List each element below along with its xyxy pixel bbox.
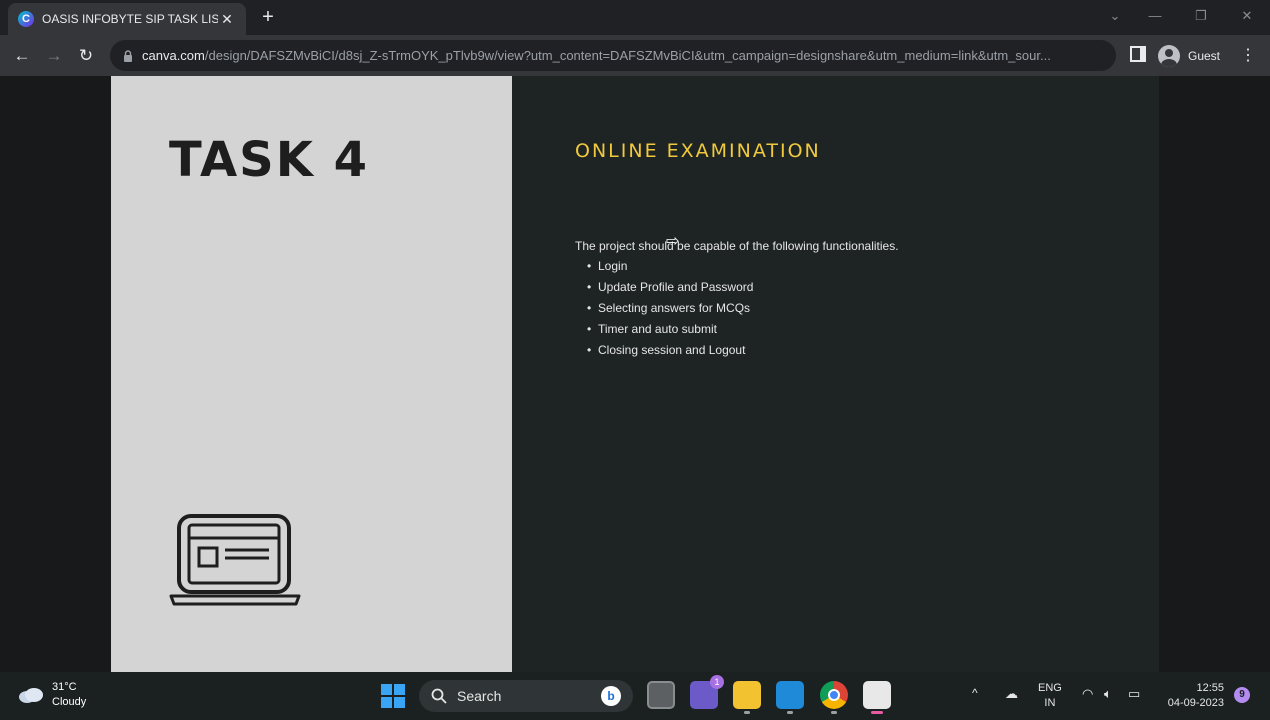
windows-start-icon[interactable] <box>381 684 405 708</box>
minimize-button[interactable]: — <box>1132 4 1178 28</box>
tab-title: OASIS INFOBYTE SIP TASK LIST <box>42 12 218 26</box>
profile-button[interactable]: Guest <box>1158 43 1220 69</box>
active-indicator <box>871 711 883 714</box>
chrome-icon[interactable] <box>820 681 848 714</box>
list-item: Selecting answers for MCQs <box>587 298 753 319</box>
lock-icon[interactable] <box>122 49 134 62</box>
tab-strip: C OASIS INFOBYTE SIP TASK LIST ✕ + ⌄ — ❐… <box>0 0 1270 35</box>
forward-arrow-icon[interactable]: → <box>41 43 67 69</box>
lang-line1: ENG <box>1038 682 1062 694</box>
weather-condition: Cloudy <box>52 696 87 708</box>
laptop-icon <box>169 514 301 606</box>
back-arrow-icon[interactable]: ← <box>9 43 35 69</box>
list-item: Closing session and Logout <box>587 340 753 361</box>
temperature: 31°C <box>52 681 77 693</box>
list-item: Timer and auto submit <box>587 319 753 340</box>
search-label: Search <box>457 688 502 704</box>
task-title: TASK 4 <box>169 132 370 188</box>
weather-widget[interactable]: 31°C Cloudy <box>18 680 86 710</box>
clock[interactable]: 12:55 04-09-2023 <box>1158 681 1224 711</box>
more-vert-icon[interactable]: ⋮ <box>1238 43 1258 69</box>
cursor-icon: ⇨ <box>666 233 680 250</box>
slide-heading: ONLINE EXAMINATION <box>575 140 821 162</box>
slide-description: The project should be capable of the fol… <box>575 239 899 253</box>
search-icon <box>431 688 447 704</box>
side-panel-icon[interactable] <box>1130 46 1146 62</box>
wifi-icon[interactable]: ◠ <box>1082 686 1093 702</box>
snipping-tool-icon[interactable] <box>863 681 891 714</box>
battery-icon[interactable]: ▭ <box>1128 686 1140 702</box>
address-bar[interactable]: canva.com/design/DAFSZMvBiCI/d8sj_Z-sTrm… <box>110 40 1116 71</box>
clock-date: 04-09-2023 <box>1167 697 1224 709</box>
url-text: canva.com/design/DAFSZMvBiCI/d8sj_Z-sTrm… <box>142 48 1051 63</box>
cloud-icon <box>19 688 43 703</box>
running-indicator <box>787 711 793 714</box>
profile-label: Guest <box>1188 49 1221 63</box>
file-explorer-icon[interactable] <box>733 681 761 714</box>
taskbar-search[interactable]: Search b <box>419 680 633 712</box>
onedrive-icon[interactable]: ☁ <box>1005 686 1018 702</box>
feature-list: Login Update Profile and Password Select… <box>587 256 753 361</box>
bing-icon[interactable]: b <box>601 686 621 706</box>
chevron-up-icon[interactable]: ^ <box>972 686 978 700</box>
reload-icon[interactable]: ↻ <box>73 43 99 69</box>
list-item: Update Profile and Password <box>587 277 753 298</box>
running-indicator <box>744 711 750 714</box>
teams-badge: 1 <box>710 675 724 689</box>
plus-icon[interactable]: + <box>256 5 280 29</box>
canva-icon: C <box>18 11 34 27</box>
browser-toolbar: ← → ↻ canva.com/design/DAFSZMvBiCI/d8sj_… <box>0 35 1270 76</box>
close-icon[interactable]: ✕ <box>218 11 236 28</box>
list-item: Login <box>587 256 753 277</box>
taskbar: 31°C Cloudy Search b 1 ^ ☁ ENG IN ◠ 🔈︎ ▭ <box>0 672 1270 720</box>
lang-line2: IN <box>1044 697 1056 709</box>
url-host: canva.com <box>142 48 205 63</box>
page-content: TASK 4 ONLINE EXAMINATION The project sh… <box>0 76 1270 672</box>
weather-text: 31°C Cloudy <box>52 680 86 710</box>
language-indicator[interactable]: ENG IN <box>1038 681 1062 711</box>
running-indicator <box>831 711 837 714</box>
browser-tab[interactable]: C OASIS INFOBYTE SIP TASK LIST ✕ <box>8 3 246 35</box>
window-close-button[interactable]: ✕ <box>1224 4 1270 28</box>
slide-right-panel: ONLINE EXAMINATION The project should be… <box>512 76 1159 672</box>
task-view-icon[interactable] <box>647 681 675 709</box>
clock-time: 12:55 <box>1196 682 1224 694</box>
profile-icon <box>1158 45 1180 67</box>
maximize-button[interactable]: ❐ <box>1178 4 1224 28</box>
slide-left-panel: TASK 4 <box>111 76 512 672</box>
url-path: /design/DAFSZMvBiCI/d8sj_Z-sTrmOYK_pTlvb… <box>204 48 1051 63</box>
notification-badge[interactable]: 9 <box>1234 687 1250 703</box>
speaker-icon[interactable]: 🔈︎ <box>1104 686 1112 702</box>
teams-icon[interactable]: 1 <box>690 675 724 709</box>
vscode-icon[interactable] <box>776 681 804 714</box>
